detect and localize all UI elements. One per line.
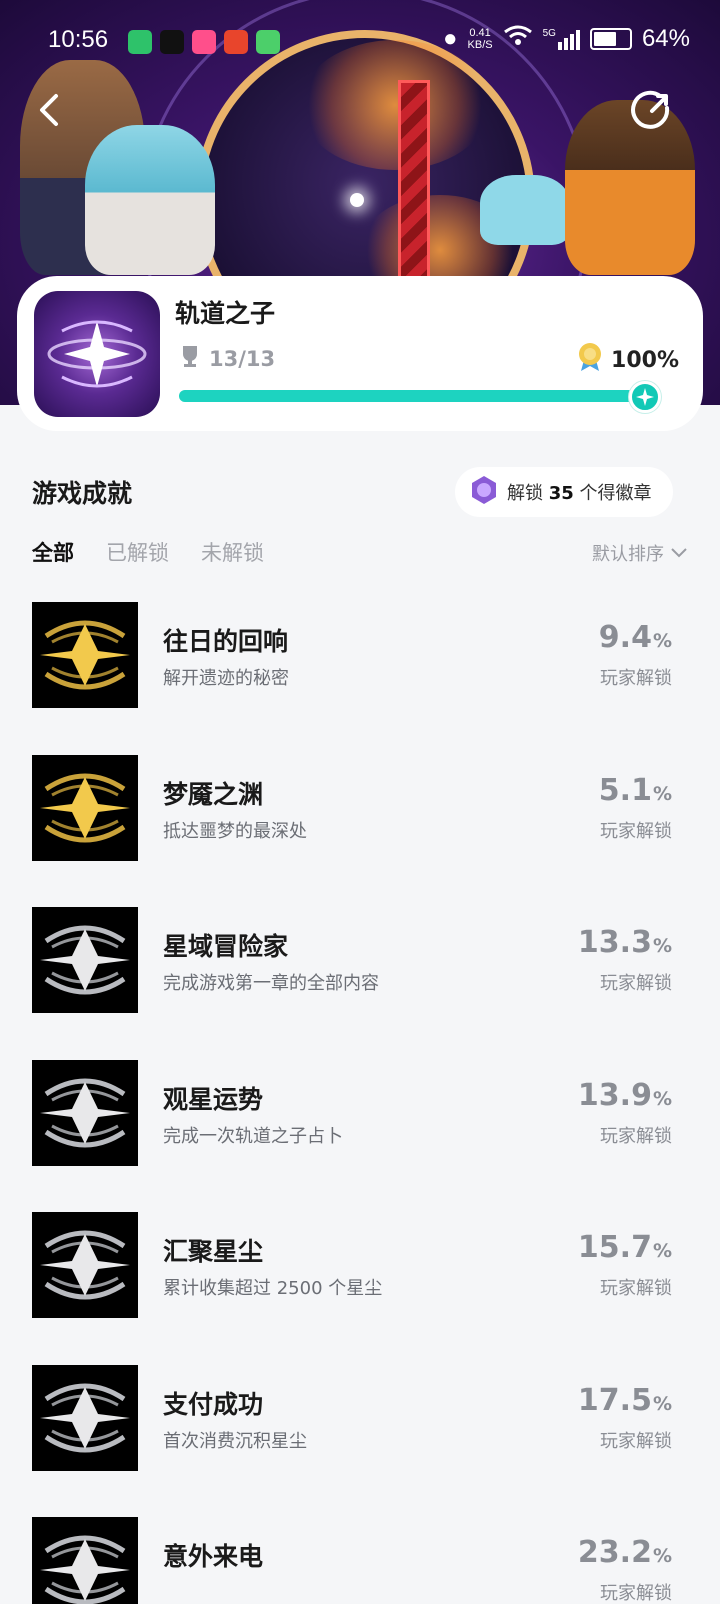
tab-unlocked[interactable]: 已解锁 [106,537,169,567]
achievement-badge-icon [32,1517,138,1604]
achievement-row[interactable]: 支付成功 首次消费沉积星尘 17.5% 玩家解锁 [0,1364,720,1518]
achievement-row[interactable]: 汇聚星尘 累计收集超过 2500 个星尘 15.7% 玩家解锁 [0,1212,720,1365]
tab-locked[interactable]: 未解锁 [201,537,264,567]
game-title: 轨道之子 [175,299,276,328]
trophy-count: 13/13 [209,346,276,371]
wifi-icon [503,24,533,53]
shopping-app-icon [224,30,248,54]
hero-pillar [398,80,430,280]
achievement-badge-icon [32,602,138,708]
chevron-down-icon [670,543,688,564]
battery-icon [589,27,632,50]
achievement-name: 观星运势 [163,1084,264,1114]
achievement-name: 汇聚星尘 [163,1237,264,1266]
achievement-percent: 13.9% [577,1077,672,1113]
progress-star-icon [629,381,661,413]
medal-icon [577,342,603,378]
badge-icon [469,475,499,510]
game-icon[interactable] [34,291,160,417]
tab-all[interactable]: 全部 [32,537,74,567]
achievement-name: 梦魇之渊 [163,779,264,809]
status-bar: 10:56 ● 0.41 KB/S 5G 64% [0,18,720,62]
achievement-percent: 13.3% [577,925,672,960]
achievement-unlock-label: 玩家解锁 [600,1430,672,1452]
achievement-badge-icon [32,1059,138,1166]
achievement-badge-icon [32,1212,138,1318]
back-button[interactable] [30,88,70,132]
badge-unlock-chip[interactable]: 解锁 35 个得徽章 [455,467,673,517]
hero-star [350,193,364,207]
sort-dropdown[interactable]: 默认排序 [592,540,688,566]
section-title: 游戏成就 [32,479,133,508]
trophy-progress: 13/13 [179,344,275,373]
wechat-icon [128,30,152,54]
achievement-unlock-label: 玩家解锁 [600,1125,672,1147]
achievement-unlock-label: 玩家解锁 [600,1278,672,1299]
achievement-percent: 23.2% [577,1535,672,1570]
achievement-desc: 完成游戏第一章的全部内容 [163,973,379,994]
achievement-desc: 解开遗迹的秘密 [163,668,289,689]
achievement-percent: 5.1% [598,772,672,808]
status-notification-icons [128,30,280,54]
signal-icon: 5G [543,28,580,50]
achievement-name: 意外来电 [163,1542,264,1571]
achievement-unlock-label: 玩家解锁 [600,820,672,842]
achievement-list: 往日的回响 解开遗迹的秘密 9.4% 玩家解锁 梦魇之渊 抵达噩梦的最深处 5.… [0,602,720,1604]
achievement-desc: 完成一次轨道之子占卜 [163,1125,343,1147]
hero-character-blue-hair [85,125,215,275]
achievement-percent: 15.7% [577,1230,672,1265]
achievement-row[interactable]: 星域冒险家 完成游戏第一章的全部内容 13.3% 玩家解锁 [0,907,720,1060]
progress-bar [179,390,659,402]
completion-percent: 100% [577,342,679,378]
achievement-desc: 首次消费沉积星尘 [163,1430,307,1452]
hero-character-robot [480,175,570,245]
achievement-percent: 9.4% [598,620,672,655]
sort-label: 默认排序 [592,544,664,565]
badge-text: 解锁 35 个得徽章 [507,483,652,504]
achievement-desc: 抵达噩梦的最深处 [163,820,307,842]
music-app-icon [160,30,184,54]
message-icon [256,30,280,54]
achievement-row[interactable]: 观星运势 完成一次轨道之子占卜 13.9% 玩家解锁 [0,1059,720,1213]
filter-tabs: 全部 已解锁 未解锁 [32,537,264,567]
share-button[interactable] [630,90,672,132]
achievement-desc: 累计收集超过 2500 个星尘 [163,1278,383,1299]
progress-fill [179,390,659,402]
achievement-unlock-label: 玩家解锁 [600,668,672,689]
achievement-percent: 17.5% [577,1382,672,1418]
achievement-row[interactable]: 梦魇之渊 抵达噩梦的最深处 5.1% 玩家解锁 [0,754,720,908]
achievement-name: 往日的回响 [163,627,289,656]
achievement-row[interactable]: 往日的回响 解开遗迹的秘密 9.4% 玩家解锁 [0,602,720,755]
achievement-unlock-label: 玩家解锁 [600,973,672,994]
achievement-name: 星域冒险家 [163,932,289,961]
achievement-unlock-label: 玩家解锁 [600,1583,672,1604]
achievement-row[interactable]: 意外来电 23.2% 玩家解锁 [0,1517,720,1604]
achievement-badge-icon [32,754,138,861]
achievement-badge-icon [32,907,138,1013]
drop-icon: ● [443,24,458,52]
net-speed: 0.41 KB/S [467,26,493,51]
status-right: ● 0.41 KB/S 5G 64% [443,24,690,53]
status-time: 10:56 [48,26,109,53]
achievement-name: 支付成功 [163,1389,264,1419]
bilibili-icon [192,30,216,54]
game-summary-card: 轨道之子 13/13 100% [17,276,703,431]
completion-value: 100% [611,347,679,373]
trophy-icon [179,344,201,373]
battery-percent: 64% [641,24,690,52]
achievement-badge-icon [32,1364,138,1471]
